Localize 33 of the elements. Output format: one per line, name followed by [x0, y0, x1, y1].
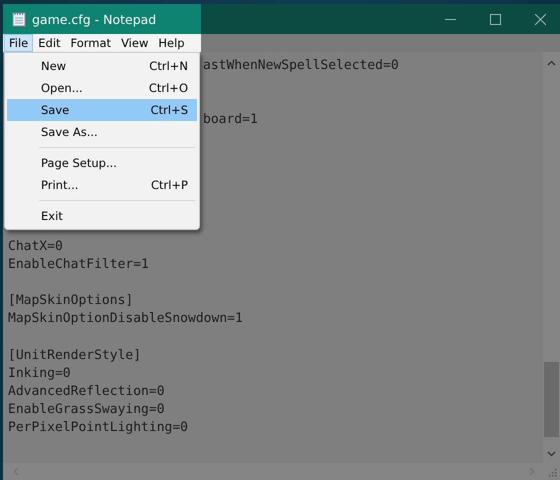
menu-entry[interactable]: Print... Ctrl+P	[7, 174, 197, 196]
text-line: AdvancedReflection=0	[8, 384, 165, 399]
text-line: board=1	[203, 112, 258, 128]
text-line: EnableChatFilter=1	[8, 257, 149, 272]
menu-entry[interactable]: Exit	[7, 205, 197, 227]
text-line: astWhenNewSpellSelected=0	[203, 58, 399, 73]
menu-entry[interactable]: Page Setup...	[7, 152, 197, 174]
menu-entry[interactable]: Save As...	[7, 121, 197, 143]
vertical-scrollbar[interactable]	[543, 52, 560, 463]
text-line: EnableGrassSwaying=0	[8, 402, 165, 417]
resize-grip-icon[interactable]	[547, 466, 557, 476]
scroll-up-icon[interactable]	[547, 60, 556, 66]
text-line: MapSkinOptionDisableSnowdown=1	[8, 311, 243, 326]
text-line: Inking=0	[8, 366, 71, 381]
menu-item[interactable]: Edit	[33, 34, 66, 52]
menu-item[interactable]: Format	[66, 34, 116, 52]
text-line: [MapSkinOptions]	[8, 293, 134, 308]
menu-item[interactable]: View	[116, 34, 154, 52]
text-line: PerPixelPointLighting=0	[8, 420, 188, 435]
text-line: ChatX=0	[8, 238, 63, 254]
horizontal-scrollbar[interactable]	[3, 463, 560, 480]
menu-item[interactable]: File	[4, 34, 34, 52]
menu-entry[interactable]: Open... Ctrl+O	[7, 77, 197, 99]
close-icon[interactable]	[535, 14, 546, 24]
maximize-icon[interactable]	[490, 14, 501, 24]
menu-entry[interactable]: Save Ctrl+S	[7, 99, 197, 121]
menu-item[interactable]: Help	[153, 34, 190, 52]
menu-entry[interactable]: New Ctrl+N	[7, 55, 197, 77]
window-title: game.cfg - Notepad	[32, 12, 156, 26]
notepad-icon	[12, 11, 26, 27]
text-line: [UnitRenderStyle]	[8, 348, 142, 362]
scroll-down-icon[interactable]	[547, 451, 556, 457]
scroll-thumb[interactable]	[544, 362, 559, 437]
